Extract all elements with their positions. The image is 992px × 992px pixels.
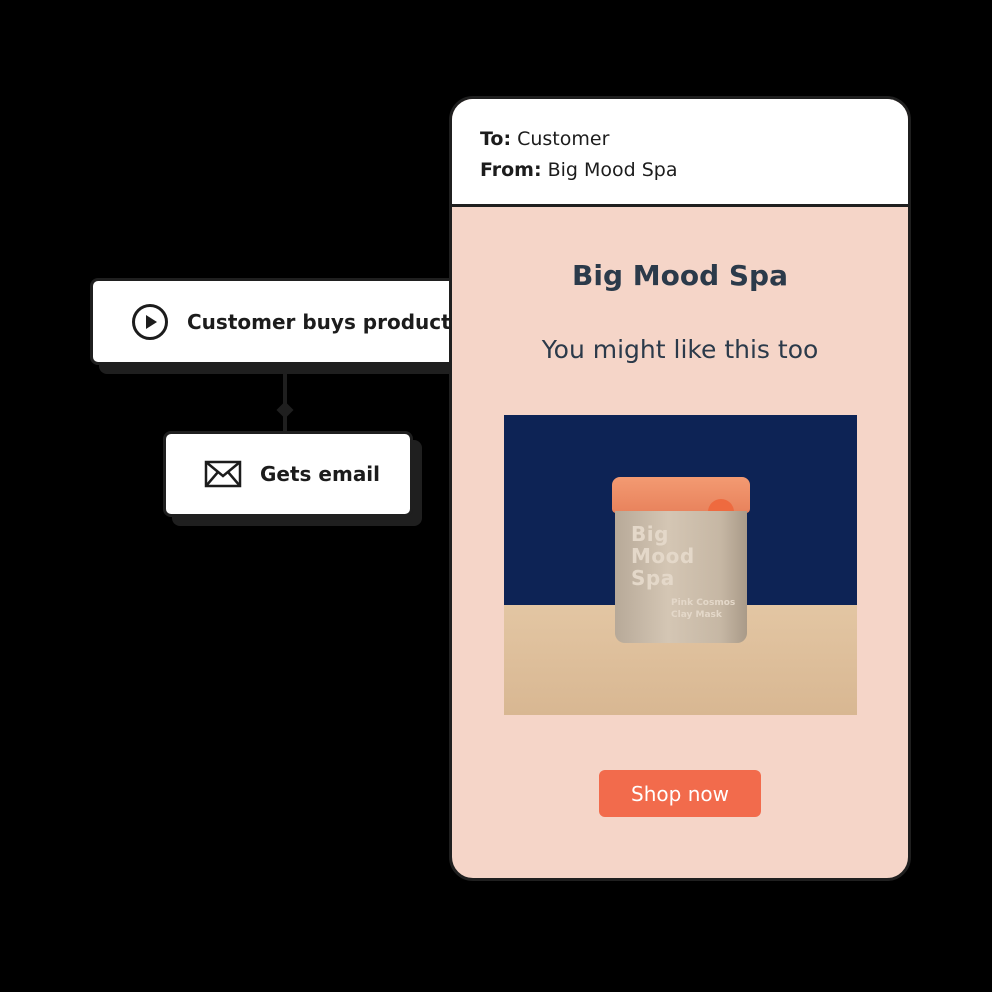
jar-body: Big Mood Spa Pink Cosmos Clay Mask bbox=[615, 511, 747, 643]
product-image[interactable]: Big Mood Spa Pink Cosmos Clay Mask bbox=[504, 415, 857, 715]
flow-connector bbox=[283, 368, 287, 432]
play-circle-icon bbox=[131, 303, 169, 341]
email-step[interactable]: Gets email bbox=[163, 431, 413, 517]
email-header: To: Customer From: Big Mood Spa bbox=[452, 99, 908, 207]
email-preview: To: Customer From: Big Mood Spa Big Mood… bbox=[449, 96, 911, 881]
to-label: To: bbox=[480, 127, 512, 150]
trigger-step[interactable]: Customer buys product bbox=[90, 278, 483, 365]
flow-connector-node bbox=[276, 401, 294, 419]
jar-sublabel: Pink Cosmos Clay Mask bbox=[671, 598, 736, 620]
shop-now-button[interactable]: Shop now bbox=[599, 770, 761, 817]
from-value: Big Mood Spa bbox=[547, 158, 678, 181]
product-jar: Big Mood Spa Pink Cosmos Clay Mask bbox=[612, 477, 750, 643]
envelope-icon bbox=[204, 455, 242, 493]
trigger-step-label: Customer buys product bbox=[187, 309, 451, 334]
jar-label: Big Mood Spa bbox=[631, 522, 695, 590]
sender-row: From: Big Mood Spa bbox=[480, 154, 908, 185]
brand-name: Big Mood Spa bbox=[572, 259, 788, 292]
recipient-row: To: Customer bbox=[480, 123, 908, 154]
to-value: Customer bbox=[517, 127, 610, 150]
from-label: From: bbox=[480, 158, 542, 181]
canvas: Customer buys product Gets email To: Cus… bbox=[0, 0, 992, 992]
email-step-label: Gets email bbox=[260, 462, 381, 486]
jar-lid bbox=[612, 477, 750, 525]
email-tagline: You might like this too bbox=[541, 335, 819, 364]
